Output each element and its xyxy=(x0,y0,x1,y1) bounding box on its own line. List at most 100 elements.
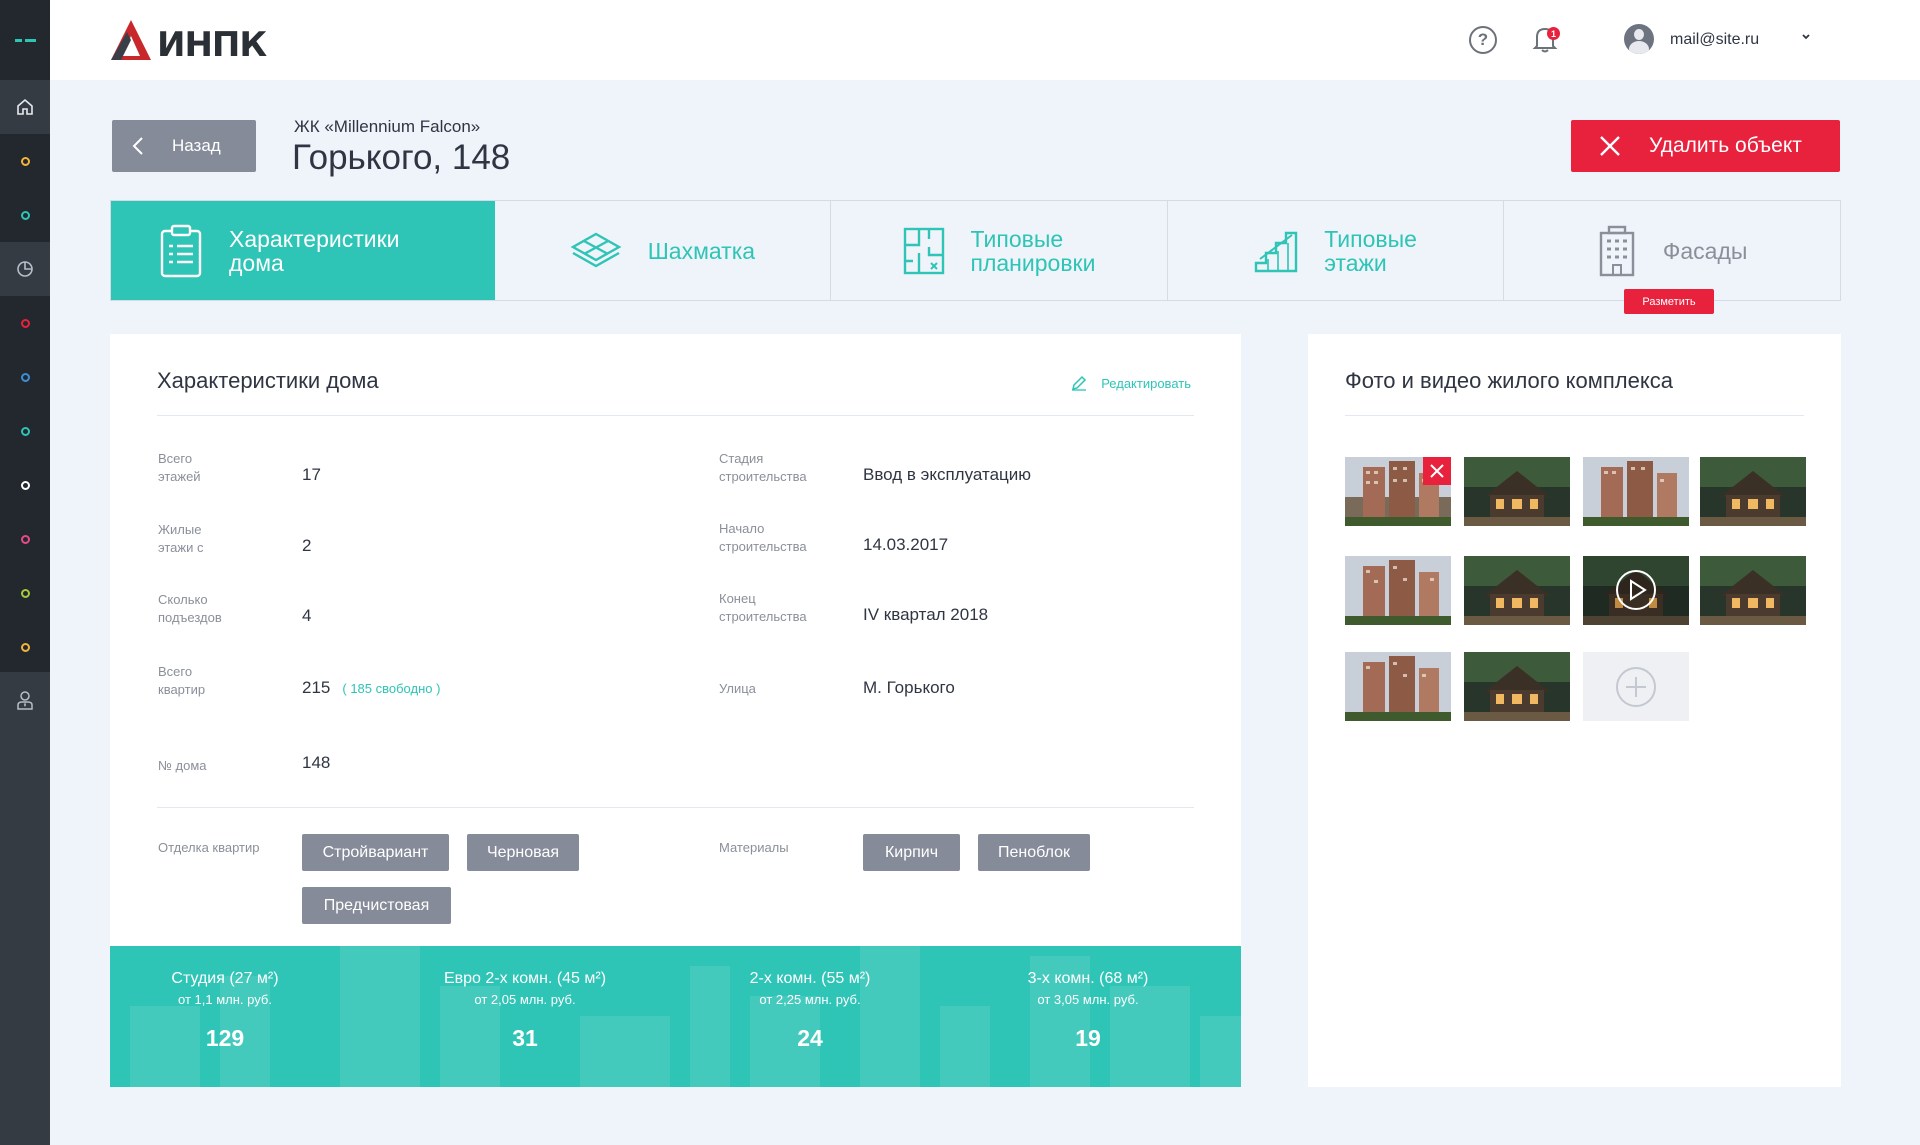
tab-chessboard-label: Шахматка xyxy=(647,237,756,264)
photo-thumbnail[interactable] xyxy=(1464,652,1570,721)
photo-thumbnail[interactable] xyxy=(1700,556,1806,625)
stat-count: 24 xyxy=(797,1025,823,1051)
finish-chip[interactable]: Стройвариант xyxy=(302,834,449,871)
field-value-street: М. Горького xyxy=(863,678,955,697)
tab-typical-floors-label: Типовые этажи xyxy=(1324,227,1417,275)
media-card: Фото и видео жилого комплекса xyxy=(1308,334,1841,1087)
video-thumbnail[interactable] xyxy=(1583,556,1689,625)
label-line: Всего xyxy=(158,451,193,466)
sidebar-item-3[interactable] xyxy=(0,296,50,350)
media-title: Фото и видео жилого комплекса xyxy=(1345,368,1673,393)
pencil-icon xyxy=(1072,375,1087,391)
tab-characteristics[interactable]: Характеристики дома xyxy=(111,201,495,300)
sidebar xyxy=(0,0,50,1145)
add-media-button[interactable] xyxy=(1583,652,1689,721)
chevron-left-icon xyxy=(132,137,143,155)
back-button-label: Назад xyxy=(172,136,221,155)
tab-label-line: Характеристики xyxy=(229,225,400,252)
stat-3-rooms: 3-х комн. (68 м²) от 3,05 млн. руб. 19 xyxy=(1013,970,1163,1052)
sidebar-item-6[interactable] xyxy=(0,458,50,512)
tower-photo xyxy=(1345,652,1451,721)
tab-characteristics-label: Характеристики дома xyxy=(229,227,400,275)
photo-thumbnail[interactable] xyxy=(1464,556,1570,625)
photo-thumbnail[interactable] xyxy=(1583,457,1689,526)
dot-icon xyxy=(20,372,30,382)
tab-label-line: Типовые xyxy=(970,225,1064,252)
user-tie-icon xyxy=(17,691,33,710)
sidebar-item-profile[interactable] xyxy=(0,672,50,728)
label-line: этажи с xyxy=(158,540,204,555)
label-line: Сколько xyxy=(158,592,208,607)
stairs-icon xyxy=(1255,231,1298,272)
tab-label-line: планировки xyxy=(970,249,1096,276)
avatar[interactable] xyxy=(1624,24,1654,54)
sidebar-item-5[interactable] xyxy=(0,404,50,458)
user-email[interactable]: mail@site.ru xyxy=(1670,31,1759,49)
stat-count: 31 xyxy=(512,1025,538,1051)
material-chip[interactable]: Кирпич xyxy=(863,834,960,871)
photo-thumbnail[interactable] xyxy=(1345,556,1451,625)
logo-text: ИНПК xyxy=(157,25,267,65)
tab-chessboard[interactable]: Шахматка xyxy=(495,201,832,300)
close-icon xyxy=(1430,464,1444,478)
materials-label: Материалы xyxy=(719,840,789,855)
stat-name: Студия (27 м²) xyxy=(171,970,279,987)
photo-thumbnail[interactable] xyxy=(1345,652,1451,721)
dot-icon xyxy=(20,318,30,328)
sidebar-item-9[interactable] xyxy=(0,620,50,674)
field-value-entrances: 4 xyxy=(302,606,312,625)
finish-chip[interactable]: Черновая xyxy=(467,834,579,871)
chevron-down-icon[interactable] xyxy=(1800,31,1812,43)
photo-thumbnail[interactable] xyxy=(1464,457,1570,526)
sidebar-item-4[interactable] xyxy=(0,350,50,404)
layers-icon xyxy=(570,232,622,267)
stat-2-rooms: 2-х комн. (55 м²) от 2,25 млн. руб. 24 xyxy=(735,970,885,1052)
photo-thumbnail[interactable] xyxy=(1700,457,1806,526)
tab-typical-floors[interactable]: Типовые этажи xyxy=(1168,201,1505,300)
stat-name: Евро 2-х комн. (45 м²) xyxy=(443,970,607,987)
sidebar-item-1[interactable] xyxy=(0,134,50,188)
tab-label-line: Типовые xyxy=(1324,225,1417,252)
house-photo xyxy=(1464,652,1570,721)
house-photo xyxy=(1700,457,1806,526)
tab-floor-plans[interactable]: Типовые планировки xyxy=(831,201,1168,300)
tower-photo xyxy=(1345,556,1451,625)
tab-floor-plans-label: Типовые планировки xyxy=(971,227,1096,275)
label-line: Конец xyxy=(719,591,756,606)
delete-photo-button[interactable] xyxy=(1423,457,1451,485)
dot-icon xyxy=(20,210,30,220)
tab-facades[interactable]: Фасады xyxy=(1504,201,1840,300)
divider xyxy=(1345,415,1804,416)
edit-link[interactable]: Редактировать xyxy=(1071,375,1191,391)
home-icon xyxy=(17,98,33,115)
house-photo xyxy=(1700,556,1806,625)
dot-icon xyxy=(20,534,30,544)
brand-logo[interactable]: ИНПК xyxy=(107,15,267,65)
back-button[interactable]: Назад xyxy=(112,120,256,172)
delete-object-button[interactable]: Удалить объект xyxy=(1571,120,1840,172)
label-line: Начало xyxy=(719,521,765,536)
section-tabs: Характеристики дома Шахматка Типовые пла… xyxy=(110,200,1841,301)
sidebar-menu-toggle[interactable] xyxy=(0,0,50,80)
clipboard-icon xyxy=(160,224,202,277)
material-chip[interactable]: Пеноблок xyxy=(978,834,1090,871)
tab-label-line: этажи xyxy=(1324,249,1387,276)
apartments-free: ( 185 свободно ) xyxy=(342,681,441,696)
markup-tag[interactable]: Разметить xyxy=(1624,289,1714,314)
label-line: Жилые xyxy=(158,522,202,537)
sidebar-bottom xyxy=(0,672,50,1145)
top-header: ИНПК ? 1 mail@site.ru xyxy=(50,0,1920,80)
sidebar-item-7[interactable] xyxy=(0,512,50,566)
field-value-apartments: 215 ( 185 свободно ) xyxy=(302,678,440,698)
logo-triangle-icon xyxy=(111,20,151,60)
field-label-floors: Всего этажей xyxy=(158,450,201,486)
sidebar-item-2[interactable] xyxy=(0,188,50,242)
help-icon[interactable]: ? xyxy=(1469,26,1497,54)
sidebar-item-8[interactable] xyxy=(0,566,50,620)
sidebar-item-home[interactable] xyxy=(0,80,50,134)
pie-chart-icon xyxy=(17,261,33,277)
label-line: Всего xyxy=(158,664,193,679)
field-value-start: 14.03.2017 xyxy=(863,535,949,554)
sidebar-item-stats[interactable] xyxy=(0,242,50,296)
finish-chip[interactable]: Предчистовая xyxy=(302,887,451,924)
